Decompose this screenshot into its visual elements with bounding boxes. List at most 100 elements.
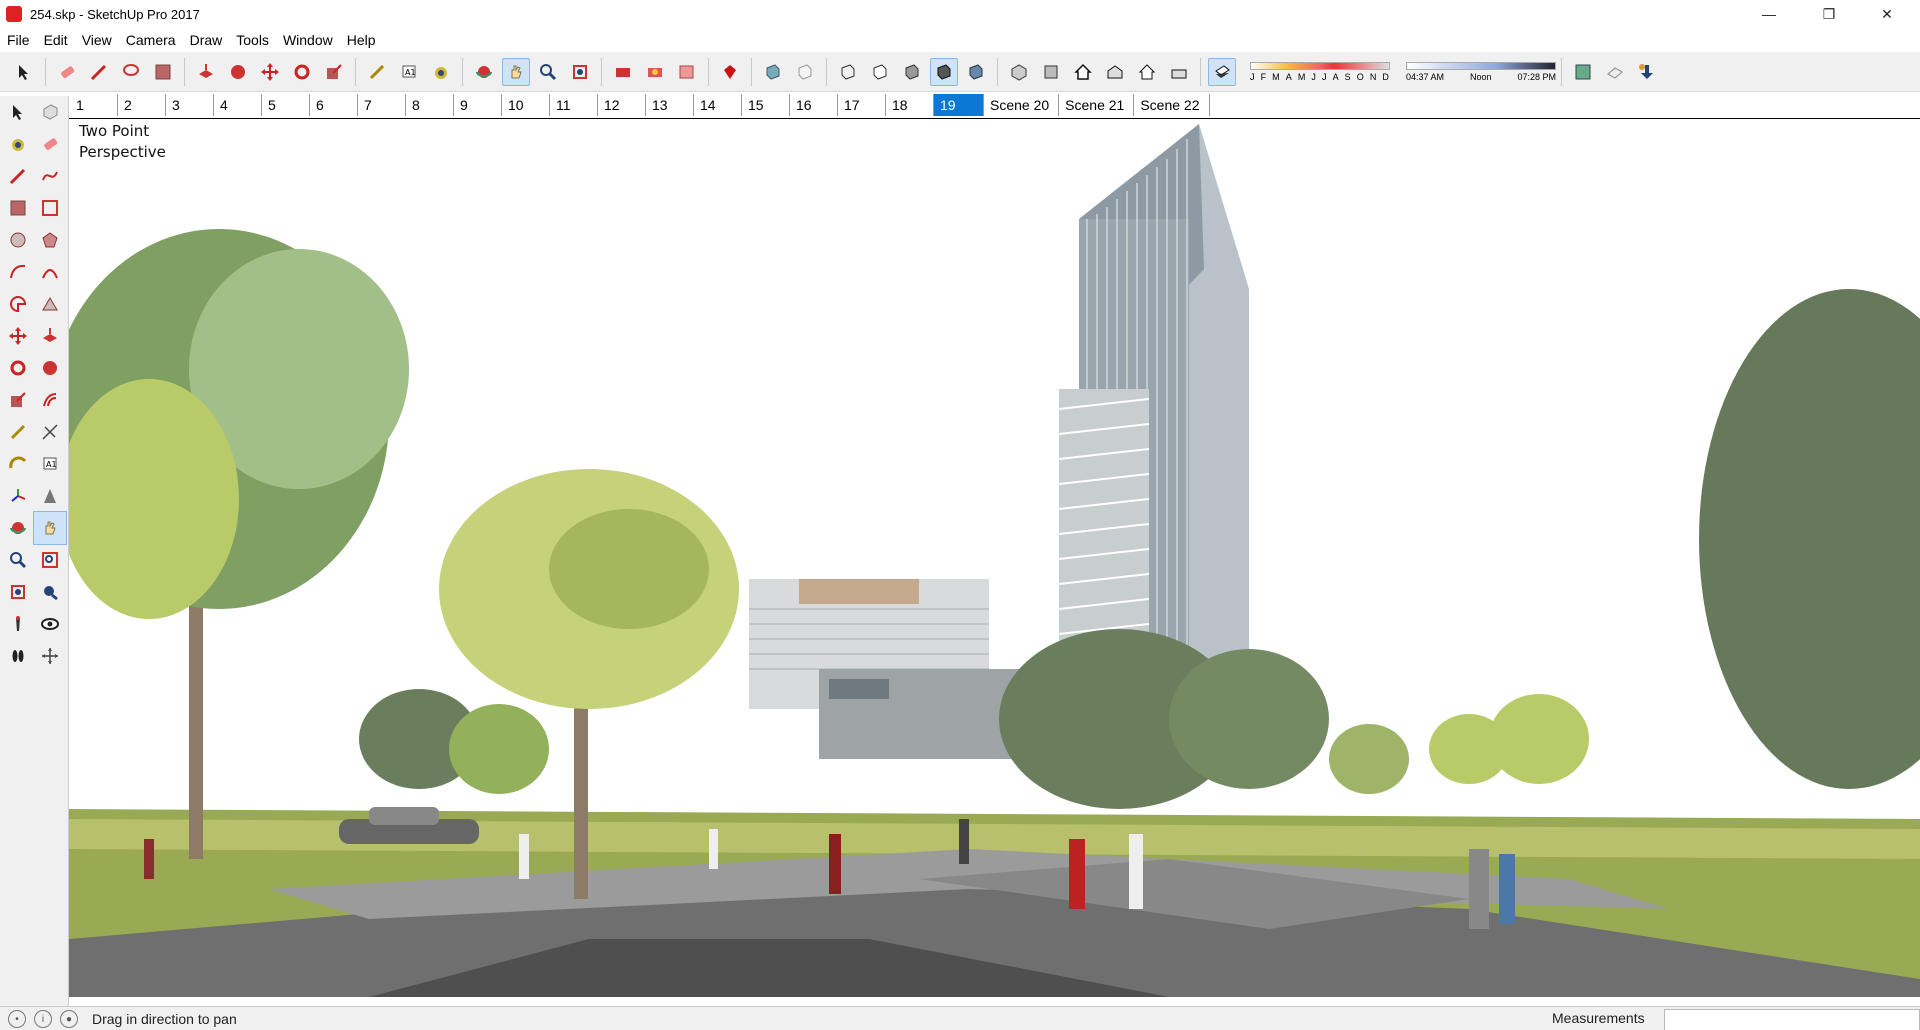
scene-tab[interactable]: 10 (502, 94, 550, 116)
scene-tab[interactable]: 17 (838, 94, 886, 116)
lasso-icon[interactable] (117, 58, 145, 86)
paint-bucket-icon[interactable] (2, 128, 34, 160)
pan-icon[interactable] (502, 57, 530, 86)
scene-tab[interactable]: 16 (790, 94, 838, 116)
time-bar[interactable] (1406, 61, 1556, 70)
left-view-icon[interactable] (1165, 58, 1193, 86)
scene-tab[interactable]: 3 (166, 94, 214, 116)
offset-icon[interactable] (34, 384, 66, 416)
scene-tab[interactable]: 5 (262, 94, 310, 116)
close-icon[interactable]: ✕ (1864, 0, 1910, 28)
three-point-arc-icon[interactable] (34, 288, 66, 320)
circle-icon[interactable] (2, 224, 34, 256)
rotated-rectangle-icon[interactable] (34, 192, 66, 224)
rotate-icon[interactable] (288, 58, 316, 86)
back-view-icon[interactable] (1133, 58, 1161, 86)
menu-edit[interactable]: Edit (37, 28, 75, 52)
menu-draw[interactable]: Draw (183, 28, 230, 52)
scale-icon[interactable] (320, 58, 348, 86)
protractor-icon[interactable] (2, 448, 34, 480)
follow-me-icon[interactable] (34, 352, 66, 384)
monochrome-icon[interactable] (962, 58, 990, 86)
credits-icon[interactable]: i (34, 1010, 52, 1028)
model-viewport[interactable]: Two Point Perspective (69, 118, 1920, 997)
scene-tab[interactable]: 2 (118, 94, 166, 116)
two-point-arc-icon[interactable] (34, 256, 66, 288)
push-pull-icon[interactable] (192, 58, 220, 86)
restore-icon[interactable]: ❐ (1806, 0, 1852, 28)
scene-tab-active[interactable]: 19 (934, 94, 984, 116)
select-icon[interactable] (2, 96, 34, 128)
shaded-textures-icon[interactable] (930, 57, 958, 86)
push-pull-icon[interactable] (34, 320, 66, 352)
eraser-icon[interactable] (53, 58, 81, 86)
pencil-icon[interactable] (85, 58, 113, 86)
geo-location-status-icon[interactable]: • (8, 1010, 26, 1028)
3d-warehouse-icon[interactable] (609, 58, 637, 86)
scene-tab[interactable]: 14 (694, 94, 742, 116)
scene-tab[interactable]: 6 (310, 94, 358, 116)
zoom-extents-icon[interactable] (2, 576, 34, 608)
xray-icon[interactable] (759, 58, 787, 86)
line-icon[interactable] (2, 160, 34, 192)
geo-location-icon[interactable] (1569, 58, 1597, 86)
3d-text-icon[interactable] (34, 480, 66, 512)
rectangle-icon[interactable] (2, 192, 34, 224)
pan-icon[interactable] (33, 511, 67, 545)
wireframe-icon[interactable] (834, 58, 862, 86)
sandbox-icon[interactable] (1601, 58, 1629, 86)
scene-tab[interactable]: 12 (598, 94, 646, 116)
orbit-icon[interactable] (2, 512, 34, 544)
scene-tab[interactable]: Scene 21 (1059, 94, 1135, 116)
section-plane-icon[interactable] (34, 640, 66, 672)
tape-measure-icon[interactable] (2, 416, 34, 448)
menu-window[interactable]: Window (276, 28, 340, 52)
select-icon[interactable] (10, 58, 38, 86)
look-around-icon[interactable] (34, 608, 66, 640)
walk-icon[interactable] (2, 640, 34, 672)
shadow-month-slider[interactable]: J F M A M J J A S O N D (1250, 61, 1390, 82)
menu-help[interactable]: Help (340, 28, 383, 52)
measurements-input[interactable] (1664, 1009, 1920, 1030)
scene-tab[interactable]: Scene 20 (984, 94, 1060, 116)
previous-view-icon[interactable] (34, 576, 66, 608)
axes-icon[interactable] (2, 480, 34, 512)
month-bar[interactable] (1250, 61, 1390, 70)
orbit-icon[interactable] (470, 58, 498, 86)
front-view-icon[interactable] (1069, 58, 1097, 86)
menu-tools[interactable]: Tools (229, 28, 276, 52)
back-edges-icon[interactable] (791, 58, 819, 86)
eraser-icon[interactable] (34, 128, 66, 160)
component-icon[interactable] (34, 96, 66, 128)
scene-tab[interactable]: 4 (214, 94, 262, 116)
zoom-window-icon[interactable] (34, 544, 66, 576)
polygon-icon[interactable] (34, 224, 66, 256)
position-camera-icon[interactable] (2, 608, 34, 640)
scene-tab[interactable]: 7 (358, 94, 406, 116)
follow-me-icon[interactable] (224, 58, 252, 86)
scene-tab[interactable]: 18 (886, 94, 934, 116)
freehand-icon[interactable] (34, 160, 66, 192)
paint-bucket-icon[interactable] (427, 58, 455, 86)
shaded-icon[interactable] (898, 58, 926, 86)
scale-icon[interactable] (2, 384, 34, 416)
menu-camera[interactable]: Camera (119, 28, 183, 52)
pie-icon[interactable] (2, 288, 34, 320)
zoom-icon[interactable] (534, 58, 562, 86)
zoom-extents-icon[interactable] (566, 58, 594, 86)
layout-icon[interactable] (673, 58, 701, 86)
arc-icon[interactable] (2, 256, 34, 288)
text-icon[interactable]: A1 (395, 58, 423, 86)
move-icon[interactable] (2, 320, 34, 352)
hidden-line-icon[interactable] (866, 58, 894, 86)
rectangle-icon[interactable] (149, 58, 177, 86)
minimize-icon[interactable]: — (1746, 0, 1792, 28)
right-view-icon[interactable] (1101, 58, 1129, 86)
menu-view[interactable]: View (75, 28, 119, 52)
iso-view-icon[interactable] (1005, 58, 1033, 86)
menu-file[interactable]: File (0, 28, 37, 52)
shadow-time-slider[interactable]: 04:37 AM Noon 07:28 PM (1406, 61, 1556, 82)
scene-tab[interactable]: 13 (646, 94, 694, 116)
user-account-icon[interactable]: ● (60, 1010, 78, 1028)
scene-tab[interactable]: 8 (406, 94, 454, 116)
